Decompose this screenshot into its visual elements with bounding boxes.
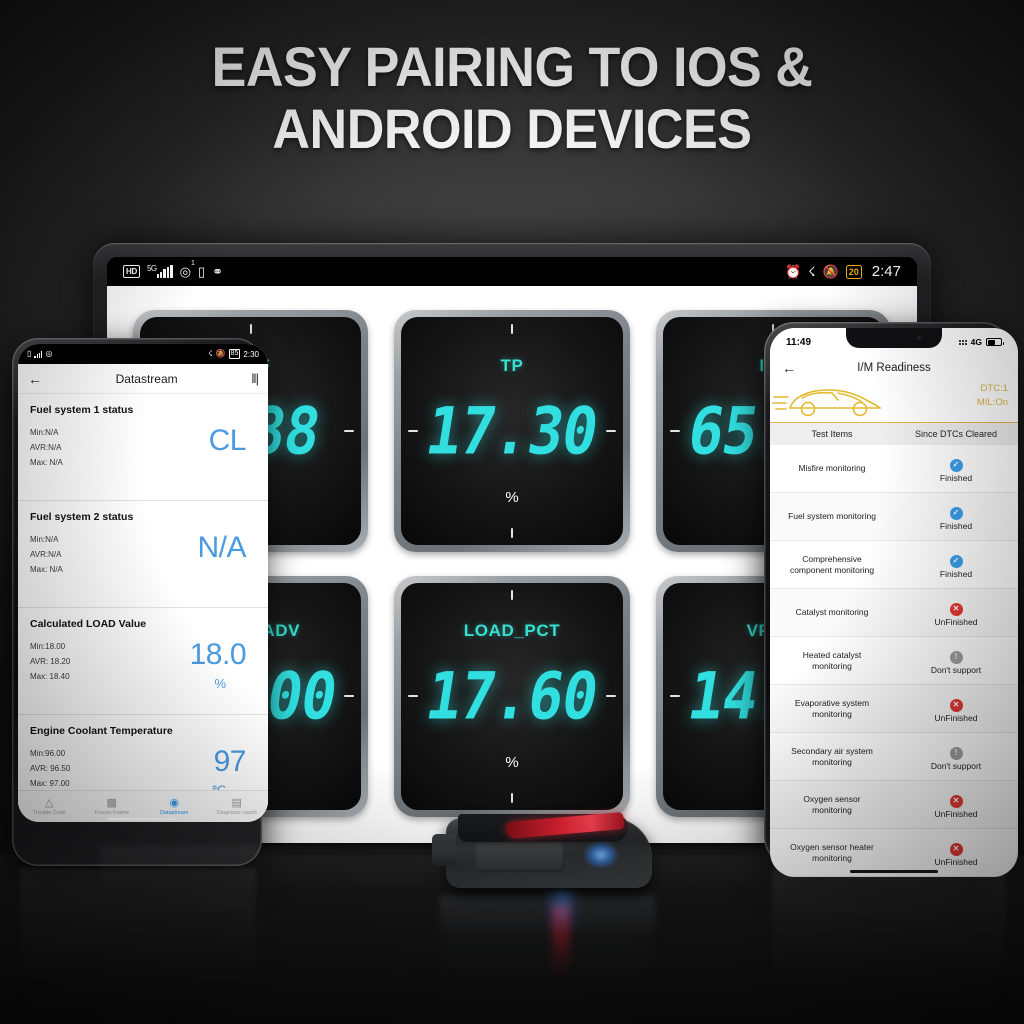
clock: 2:30	[243, 349, 259, 359]
battery-level: 85	[228, 349, 241, 359]
home-indicator	[850, 870, 938, 873]
home-indicator	[108, 817, 178, 820]
sim-icon: ▯	[27, 349, 32, 358]
bluetooth-icon: ☇	[208, 349, 213, 358]
signal-icon	[34, 350, 43, 358]
mute-icon: 🔕	[215, 349, 226, 358]
hotspot-icon: ◎	[45, 349, 53, 358]
